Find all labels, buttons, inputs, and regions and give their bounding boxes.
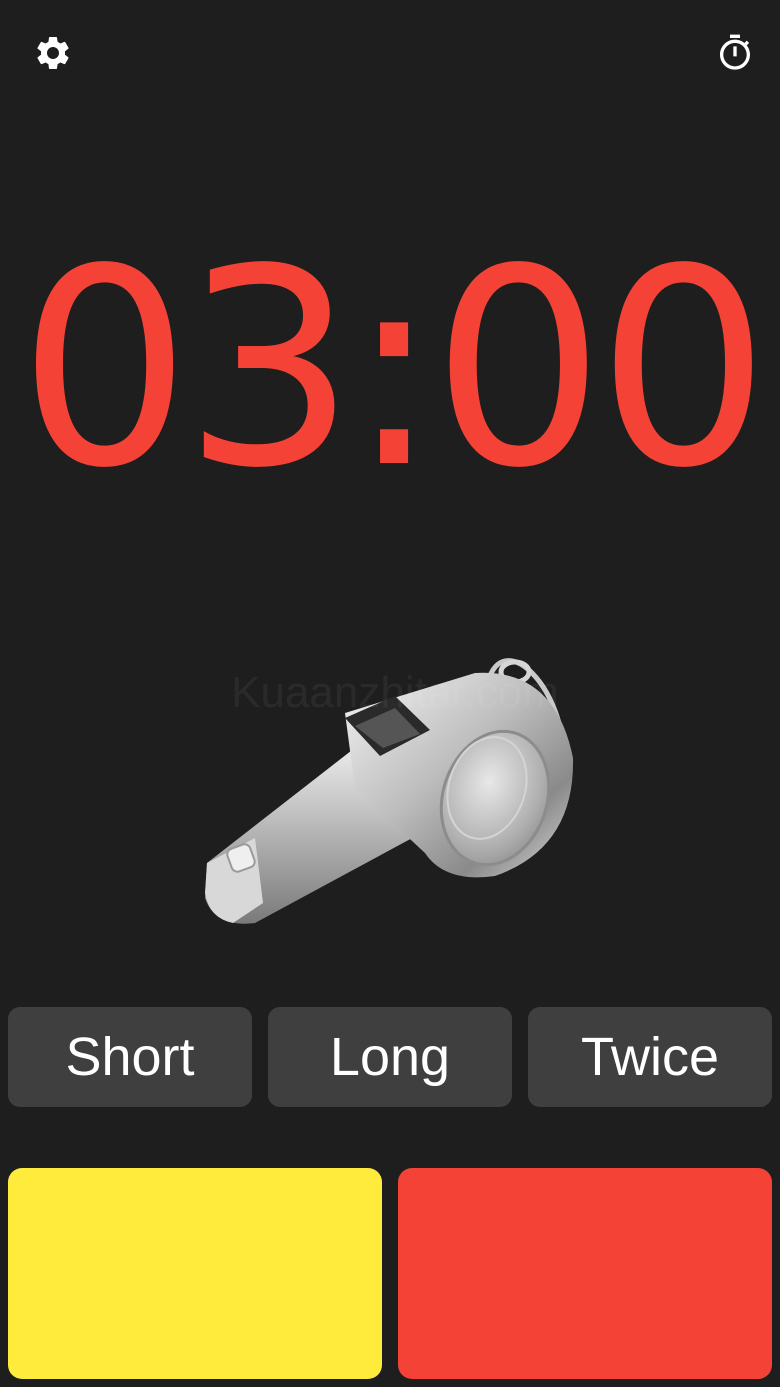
yellow-card-button[interactable] <box>8 1168 382 1379</box>
red-card-button[interactable] <box>398 1168 772 1379</box>
gear-icon <box>37 36 69 69</box>
stopwatch-button[interactable] <box>714 32 756 74</box>
long-whistle-button[interactable]: Long <box>268 1007 512 1107</box>
stopwatch-icon <box>720 34 750 70</box>
sound-buttons: Short Long Twice <box>8 1007 772 1107</box>
watermark: Kuaanzhitar.com <box>231 668 559 717</box>
short-whistle-button[interactable]: Short <box>8 1007 252 1107</box>
twice-whistle-button[interactable]: Twice <box>528 1007 772 1107</box>
settings-button[interactable] <box>32 32 74 74</box>
referee-whistle-screen: 03:00 Kuaanzhitar.com Short Long Twice <box>0 0 780 1387</box>
countdown-timer[interactable]: 03:00 <box>0 225 780 515</box>
